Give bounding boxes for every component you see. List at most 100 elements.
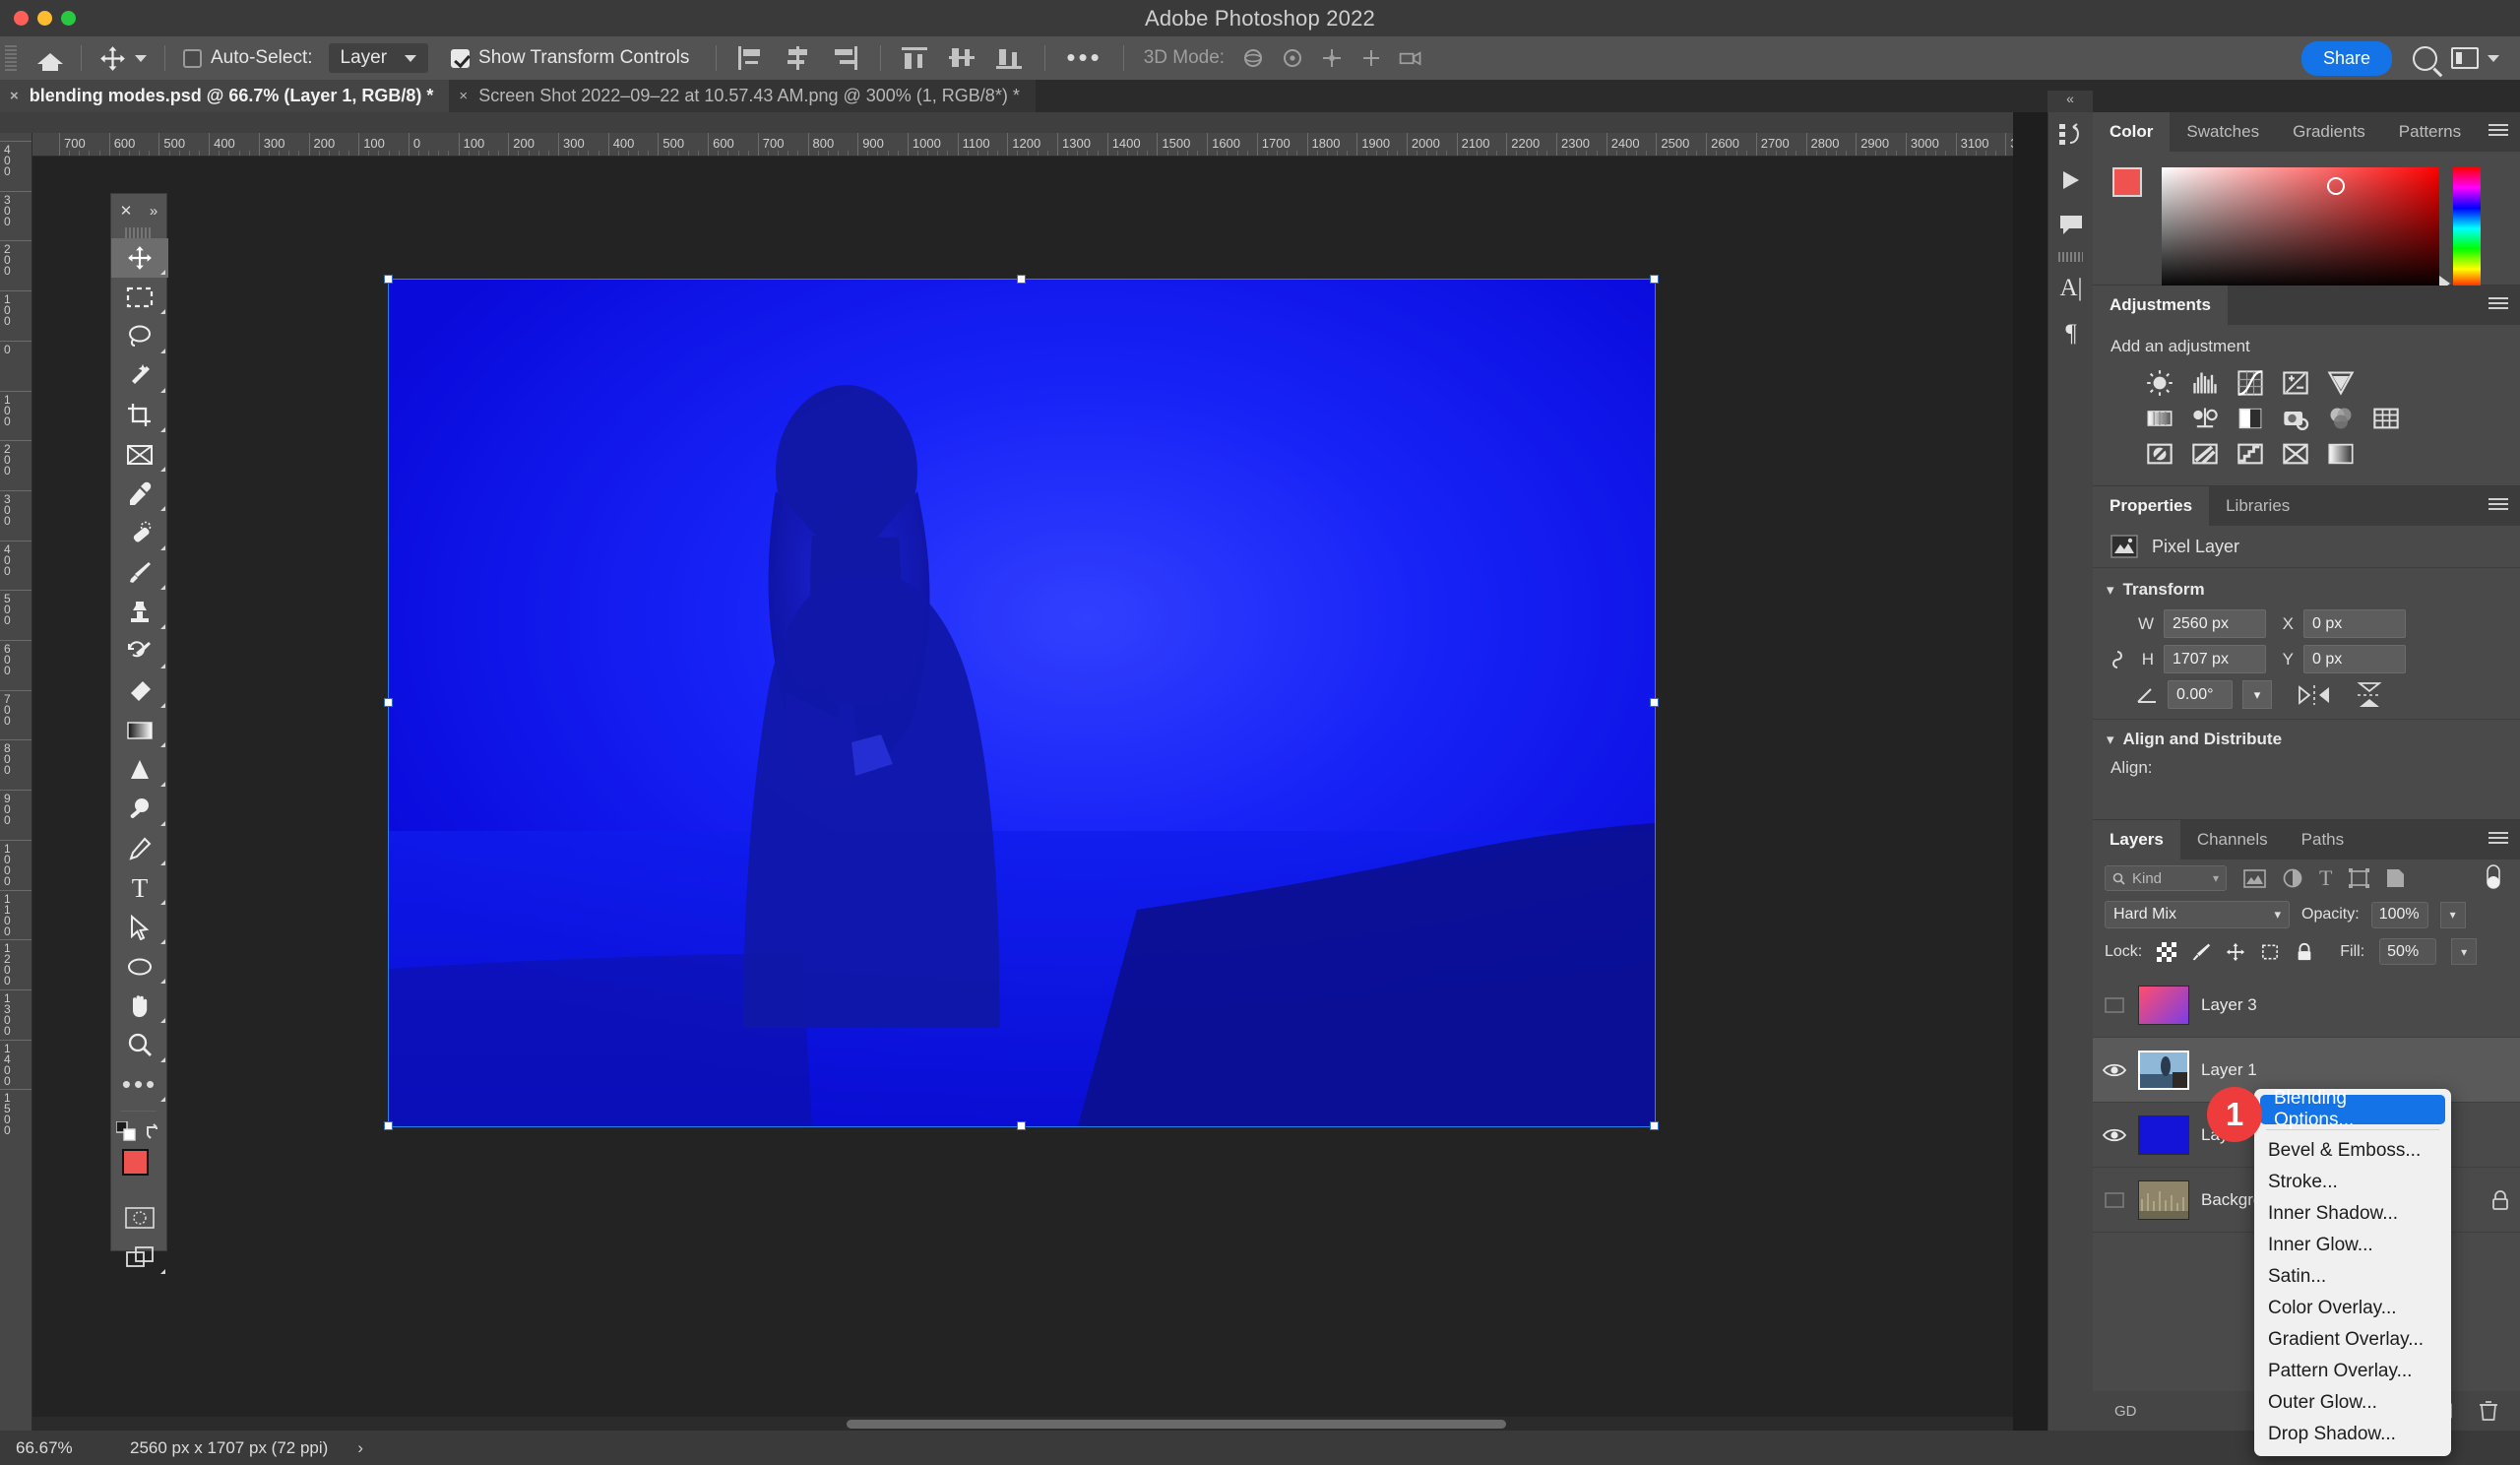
horizontal-type-tool[interactable]: T (111, 868, 168, 908)
more-options-button[interactable]: ••• (1066, 45, 1102, 70)
document-tab-0[interactable]: × blending modes.psd @ 66.7% (Layer 1, R… (0, 80, 450, 112)
ellipse-tool[interactable] (111, 947, 168, 987)
chevron-right-icon[interactable]: › (328, 1438, 363, 1458)
channel-mixer-icon[interactable] (2327, 405, 2355, 432)
posterize-icon[interactable] (2191, 440, 2219, 468)
filter-toggle-switch[interactable] (2483, 861, 2504, 895)
comments-panel-icon[interactable] (2048, 203, 2094, 248)
table-row[interactable]: Layer 3 (2093, 973, 2520, 1038)
menu-item-satin[interactable]: Satin... (2254, 1261, 2451, 1293)
layer-visibility-toggle[interactable] (2103, 1123, 2126, 1147)
path-selection-tool[interactable] (111, 908, 168, 947)
close-icon[interactable]: × (459, 88, 468, 104)
transform-handle-top-right[interactable] (1650, 275, 1659, 284)
fill-stepper[interactable]: ▾ (2451, 938, 2478, 965)
3d-orbit-icon[interactable] (1240, 45, 1266, 71)
tab-properties[interactable]: Properties (2093, 486, 2210, 526)
actions-panel-icon[interactable] (2048, 158, 2094, 203)
photo-filter-icon[interactable] (2282, 405, 2309, 432)
chevron-down-icon[interactable] (135, 54, 147, 62)
exposure-icon[interactable] (2282, 369, 2309, 397)
layer-thumbnail[interactable] (2138, 1050, 2189, 1090)
threshold-icon[interactable] (2236, 440, 2264, 468)
opacity-input[interactable]: 100% (2370, 901, 2428, 928)
adjustment-filter-icon[interactable] (2283, 868, 2302, 888)
lasso-tool[interactable] (111, 317, 168, 356)
transform-handle-bottom-left[interactable] (384, 1121, 393, 1130)
document-image[interactable] (389, 280, 1655, 1126)
history-panel-icon[interactable] (2048, 112, 2094, 158)
link-icon[interactable] (2107, 640, 2128, 679)
selective-color-icon[interactable] (2282, 440, 2309, 468)
menu-item-drop-shadow[interactable]: Drop Shadow... (2254, 1419, 2451, 1450)
invert-icon[interactable] (2146, 440, 2174, 468)
transform-handle-bottom-right[interactable] (1650, 1121, 1659, 1130)
eyedropper-tool[interactable] (111, 475, 168, 514)
tab-adjustments[interactable]: Adjustments (2093, 286, 2228, 325)
3d-slide-icon[interactable] (1358, 45, 1384, 71)
black-white-icon[interactable] (2236, 405, 2264, 432)
color-balance-icon[interactable] (2191, 405, 2219, 432)
active-tool-button[interactable] (93, 36, 154, 80)
layer-style-context-menu[interactable]: Blending Options... Bevel & Emboss... St… (2254, 1088, 2451, 1456)
align-vertical-centers-button[interactable] (948, 45, 977, 71)
gradient-map-icon[interactable] (2327, 440, 2355, 468)
tab-gradients[interactable]: Gradients (2276, 112, 2382, 152)
align-bottom-edges-button[interactable] (995, 45, 1025, 71)
lock-transparent-pixels-icon[interactable] (2157, 941, 2177, 962)
home-button[interactable] (31, 36, 70, 80)
foreground-color-swatch[interactable] (2112, 167, 2142, 197)
rectangular-marquee-tool[interactable] (111, 278, 168, 317)
3d-pan-icon[interactable] (1319, 45, 1345, 71)
vertical-ruler[interactable]: 400 300 200 100 0 100 200 300 400 500 600 700 800 900… (0, 133, 32, 1431)
panel-collapse-button[interactable]: « (2048, 91, 2093, 112)
chevron-down-icon[interactable]: ▾ (2242, 680, 2272, 709)
menu-item-color-overlay[interactable]: Color Overlay... (2254, 1293, 2451, 1324)
lock-image-pixels-icon[interactable] (2191, 942, 2211, 962)
panel-menu-icon[interactable] (2488, 297, 2508, 312)
align-horizontal-centers-button[interactable] (784, 45, 813, 71)
color-field[interactable] (2162, 167, 2439, 289)
object-selection-tool[interactable] (111, 356, 168, 396)
auto-select-checkbox[interactable]: Auto-Select: (176, 36, 329, 80)
tab-color[interactable]: Color (2093, 112, 2171, 152)
tab-patterns[interactable]: Patterns (2382, 112, 2478, 152)
flip-horizontal-icon[interactable] (2298, 683, 2331, 707)
curves-icon[interactable] (2236, 369, 2264, 397)
clone-stamp-tool[interactable] (111, 593, 168, 632)
close-icon[interactable]: × (10, 88, 19, 104)
chevron-down-icon[interactable]: ▾ (2107, 731, 2114, 748)
chevron-down-icon[interactable]: ▾ (2107, 581, 2114, 599)
menu-item-inner-shadow[interactable]: Inner Shadow... (2254, 1198, 2451, 1230)
fill-input[interactable]: 50% (2379, 938, 2437, 965)
layer-visibility-toggle[interactable] (2103, 993, 2126, 1017)
angle-input[interactable]: 0.00° (2168, 680, 2233, 709)
spot-healing-brush-tool[interactable] (111, 514, 168, 553)
edit-toolbar-button[interactable]: ••• (111, 1065, 168, 1105)
options-bar-grip[interactable] (5, 45, 17, 71)
paragraph-panel-icon[interactable]: ¶ (2048, 311, 2094, 356)
crop-tool[interactable] (111, 396, 168, 435)
panel-menu-icon[interactable] (2488, 832, 2508, 847)
flip-vertical-icon[interactable] (2355, 681, 2384, 709)
hue-saturation-icon[interactable] (2146, 405, 2174, 432)
zoom-level[interactable]: 66.67% (0, 1438, 108, 1458)
type-filter-icon[interactable]: T (2319, 865, 2332, 891)
blend-mode-dropdown[interactable]: Hard Mix ▾ (2105, 901, 2290, 928)
traffic-lights[interactable] (14, 11, 76, 26)
history-brush-tool[interactable] (111, 632, 168, 671)
layer-thumbnail[interactable] (2138, 1115, 2189, 1155)
layer-visibility-toggle[interactable] (2103, 1058, 2126, 1082)
minimize-window-button[interactable] (37, 11, 52, 26)
show-transform-controls-checkbox[interactable]: Show Transform Controls (444, 36, 705, 80)
vibrance-icon[interactable] (2327, 369, 2355, 397)
menu-item-stroke[interactable]: Stroke... (2254, 1167, 2451, 1198)
y-input[interactable]: 0 px (2303, 645, 2406, 673)
share-button[interactable]: Share (2300, 40, 2392, 76)
smart-object-filter-icon[interactable] (2386, 868, 2405, 888)
dock-grip[interactable] (2058, 252, 2083, 262)
eraser-tool[interactable] (111, 671, 168, 711)
menu-item-gradient-overlay[interactable]: Gradient Overlay... (2254, 1324, 2451, 1356)
workspace-switcher-button[interactable] (2444, 36, 2506, 80)
quick-mask-button[interactable] (111, 1198, 168, 1238)
